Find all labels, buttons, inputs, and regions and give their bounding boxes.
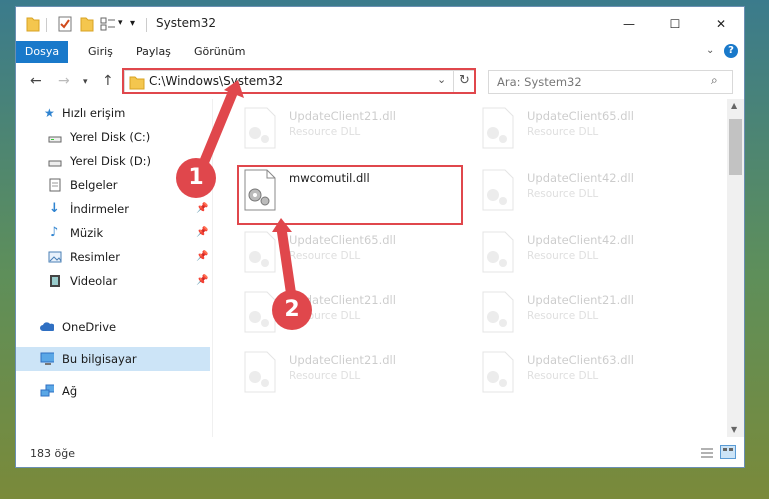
step-1-badge: 1 [176, 158, 216, 198]
annotation-overlay [195, 80, 297, 305]
arrow-2 [272, 218, 297, 305]
arrow-1 [195, 80, 244, 177]
step-2-badge: 2 [272, 290, 312, 330]
